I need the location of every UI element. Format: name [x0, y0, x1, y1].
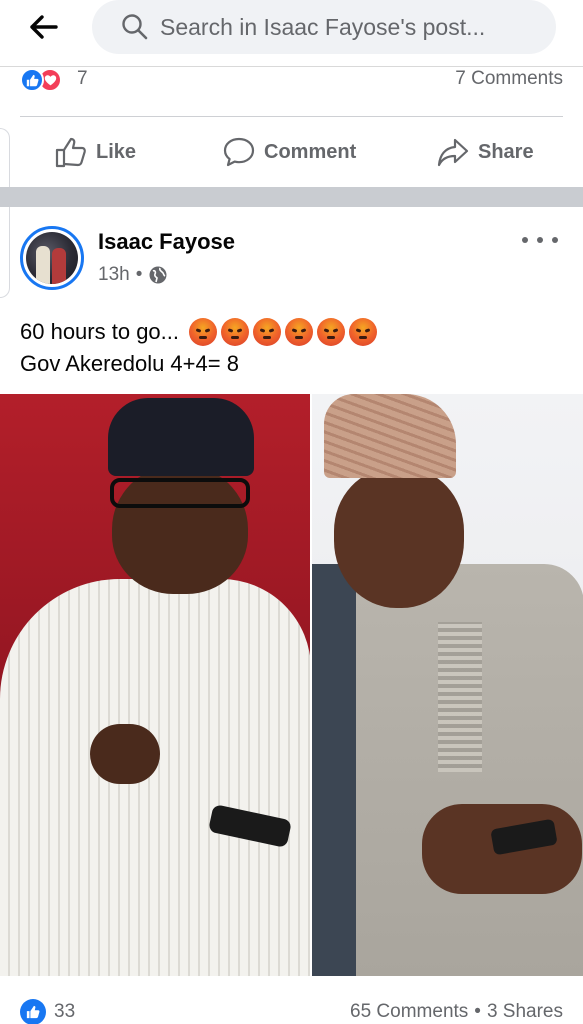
post-text-content-2: Gov Akeredolu 4+4= 8 — [20, 351, 239, 376]
share-button[interactable]: Share — [436, 132, 534, 172]
meta-separator: • — [135, 264, 143, 285]
like-reaction-icon[interactable] — [20, 999, 46, 1024]
post-author-name[interactable]: Isaac Fayose — [98, 229, 235, 255]
angry-face-icon — [253, 318, 281, 346]
previous-post-stats[interactable]: 7 7 Comments — [0, 66, 583, 94]
comments-count-link[interactable]: 7 Comments — [455, 68, 563, 90]
thumbs-up-icon — [55, 137, 86, 168]
like-label: Like — [96, 140, 137, 163]
stats-separator: • — [474, 1001, 481, 1022]
photo-left-panel — [0, 394, 310, 976]
search-placeholder: Search in Isaac Fayose's post... — [160, 13, 486, 40]
divider — [20, 116, 563, 117]
comment-bubble-icon — [223, 137, 255, 167]
reaction-count[interactable]: 7 — [77, 68, 88, 90]
globe-icon — [149, 266, 167, 284]
reaction-icons[interactable] — [20, 68, 62, 92]
search-input[interactable]: Search in Isaac Fayose's post... — [92, 0, 556, 54]
post-photo[interactable] — [0, 394, 583, 976]
angry-emoji-row — [189, 318, 381, 346]
comments-shares: 65 Comments • 3 Shares — [350, 1001, 563, 1023]
top-bar: Search in Isaac Fayose's post... — [0, 0, 583, 58]
back-button[interactable] — [22, 8, 66, 46]
more-options-icon[interactable] — [522, 228, 558, 252]
angry-face-icon — [317, 318, 345, 346]
post-meta: 13h • — [98, 264, 168, 286]
post-text-line-2: Gov Akeredolu 4+4= 8 — [20, 348, 381, 380]
angry-face-icon — [189, 318, 217, 346]
search-icon — [122, 14, 148, 40]
angry-face-icon — [221, 318, 249, 346]
post-text-content-1: 60 hours to go... — [20, 319, 179, 344]
action-bar: Like Comment Share — [0, 124, 583, 180]
share-arrow-icon — [437, 138, 469, 167]
shares-count-link[interactable]: 3 Shares — [487, 1001, 563, 1023]
comments-count-link[interactable]: 65 Comments — [350, 1001, 468, 1023]
comment-label: Comment — [264, 140, 357, 163]
share-label: Share — [478, 140, 534, 163]
like-reaction-icon — [20, 68, 44, 92]
likes-count[interactable]: 33 — [54, 1001, 75, 1023]
avatar[interactable] — [20, 226, 84, 290]
post-timestamp[interactable]: 13h — [98, 264, 130, 286]
post-text: 60 hours to go... Gov Akeredolu 4+4= 8 — [20, 316, 381, 380]
comment-button[interactable]: Comment — [222, 132, 356, 172]
post-stats: 33 65 Comments • 3 Shares — [0, 998, 583, 1024]
post-text-line-1: 60 hours to go... — [20, 316, 381, 348]
back-arrow-icon — [30, 15, 58, 39]
angry-face-icon — [349, 318, 377, 346]
angry-face-icon — [285, 318, 313, 346]
like-button[interactable]: Like — [54, 132, 136, 172]
photo-right-panel — [311, 394, 583, 976]
avatar-photo — [26, 232, 78, 284]
post-separator — [0, 187, 583, 207]
